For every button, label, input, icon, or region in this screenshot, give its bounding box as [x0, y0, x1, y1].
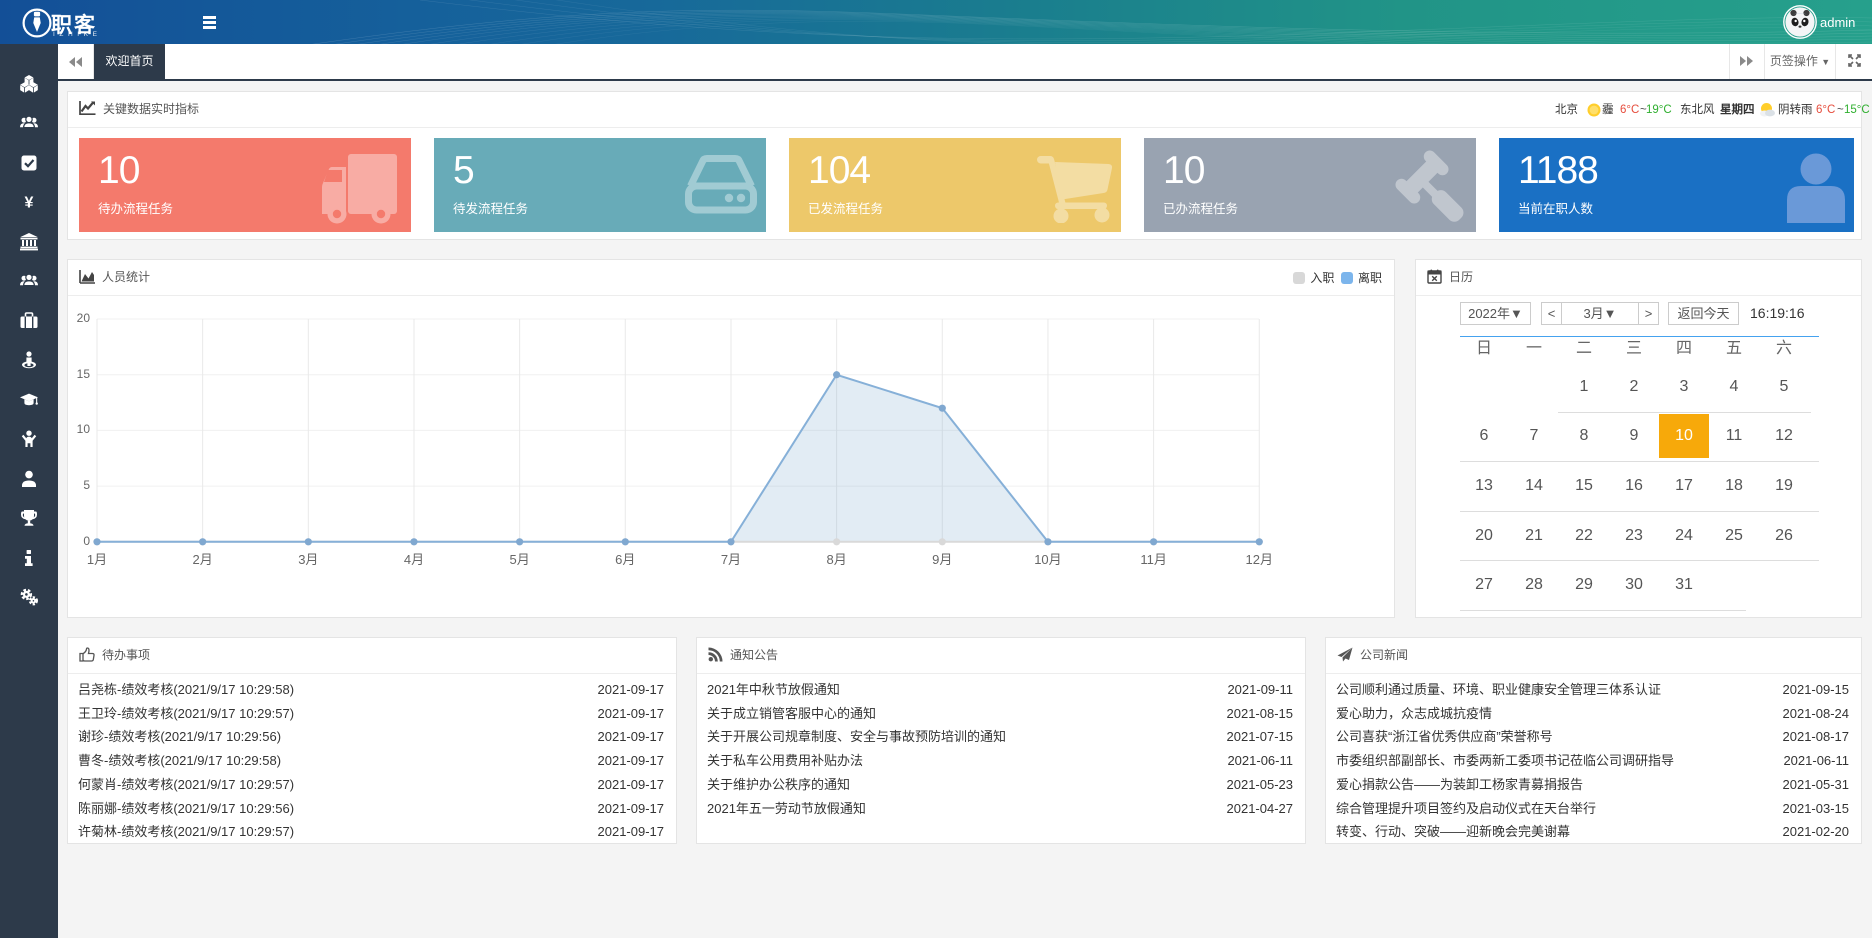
svg-text:¥: ¥	[25, 195, 34, 212]
